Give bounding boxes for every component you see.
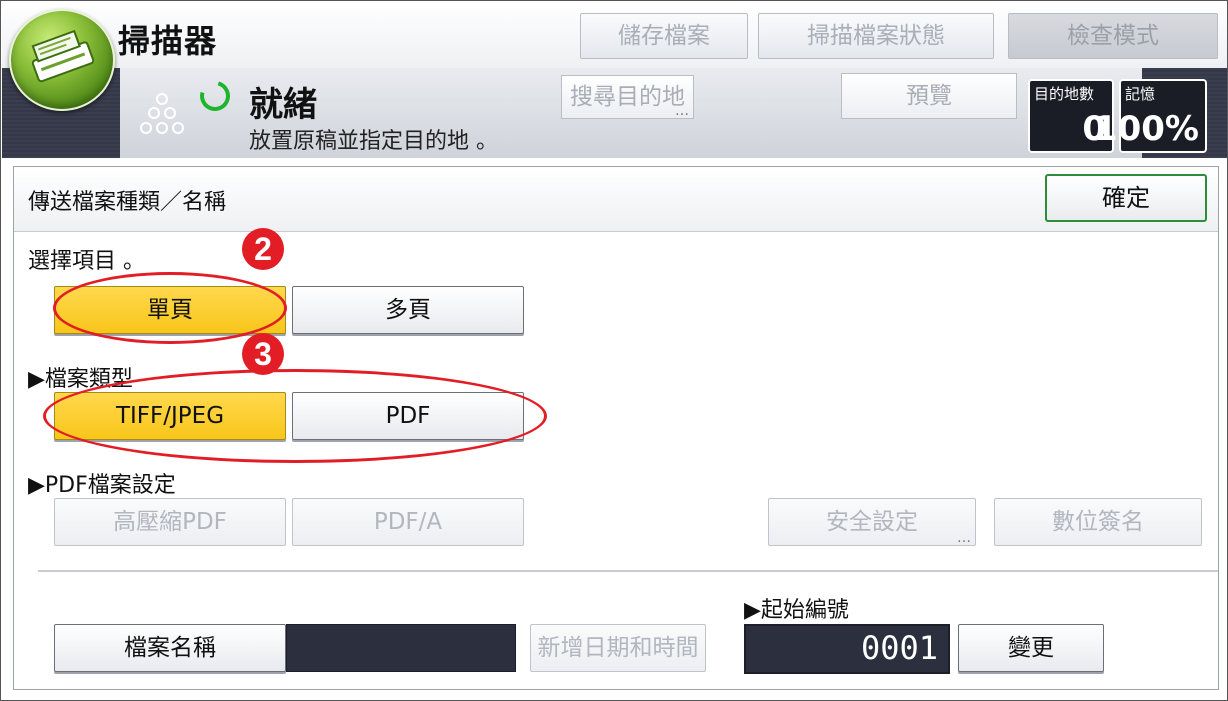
scanner-logo-icon [9,9,115,111]
annotation-ellipse-file-type [43,369,547,463]
scanned-files-status-button[interactable]: 掃描檔案狀態 [758,13,994,59]
add-date-time-button[interactable]: 新增日期和時間 [530,624,706,672]
app-title: 掃描器 [118,22,218,60]
status-state: 就緒 [249,85,317,125]
start-number-heading: ▶起始編號 [744,598,849,623]
memory-value: 100% [1093,109,1199,149]
file-name-button[interactable]: 檔案名稱 [54,624,286,672]
section-divider [38,570,1218,572]
file-name-field [286,624,516,672]
check-modes-button[interactable]: 檢查模式 [1008,13,1218,59]
preview-button[interactable]: 預覽 [841,73,1017,119]
memory-indicator: 記憶 100% [1094,79,1207,153]
digital-signature-button[interactable]: 數位簽名 [994,498,1202,546]
security-settings-button[interactable]: 安全設定 … [768,498,976,546]
high-compression-pdf-button[interactable]: 高壓縮PDF [54,498,286,546]
multi-page-button[interactable]: 多頁 [292,286,524,334]
pdf-settings-heading: ▶PDF檔案設定 [28,473,176,498]
destination-count-label: 目的地數 [1034,85,1095,103]
pdf-a-button[interactable]: PDF/A [292,498,524,546]
more-options-icon: … [675,103,689,119]
search-destination-label: 搜尋目的地 [570,84,685,110]
change-button[interactable]: 變更 [958,624,1104,672]
store-file-button[interactable]: 儲存檔案 [580,13,748,59]
annotation-badge-3: 3 [242,333,284,375]
search-destination-button[interactable]: 搜尋目的地 … [561,75,694,119]
status-message: 放置原稿並指定目的地 。 [249,129,498,154]
memory-label: 記憶 [1125,85,1156,103]
scanner-window: 掃描器 儲存檔案 掃描檔案狀態 檢查模式 就緒 放置原稿並指定目的地 。 搜尋目… [0,0,1228,701]
annotation-badge-2: 2 [242,228,284,270]
job-queue-icon [140,93,184,134]
annotation-ellipse-page [53,272,287,344]
more-options-icon: … [957,530,971,546]
panel-header: 傳送檔案種類／名稱 確定 [14,167,1218,232]
select-prompt: 選擇項目 。 [28,249,145,274]
top-bar: 掃描器 儲存檔案 掃描檔案狀態 檢查模式 [2,2,1227,68]
security-settings-label: 安全設定 [826,509,918,535]
panel-title: 傳送檔案種類／名稱 [28,190,227,215]
ok-button[interactable]: 確定 [1045,174,1207,222]
start-number-field: 0001 [744,624,950,674]
